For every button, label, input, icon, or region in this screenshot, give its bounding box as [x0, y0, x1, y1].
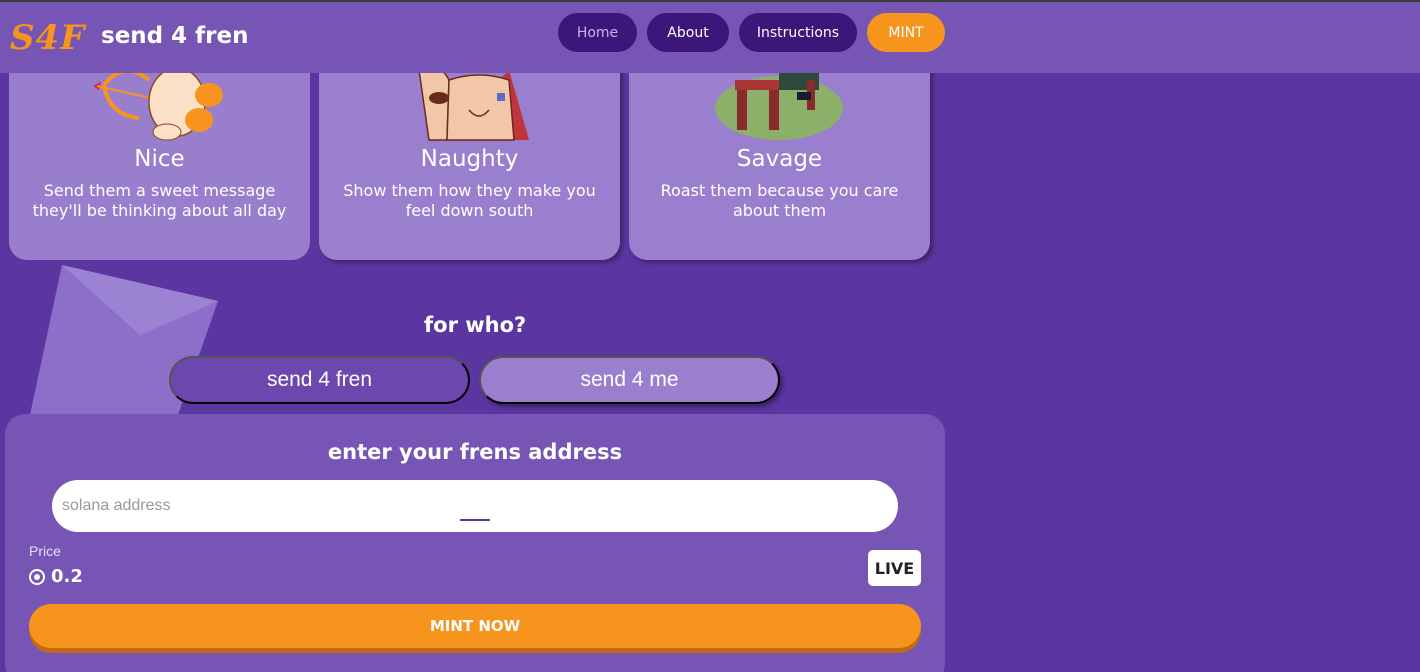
mint-panel: enter your frens address Price 0.2 LIVE … [5, 414, 945, 672]
recipient-heading: for who? [424, 313, 527, 337]
send-4-me-option[interactable]: send 4 me [479, 356, 780, 404]
navbar: S4F send 4 fren Home About Instructions … [0, 2, 1420, 73]
nav-mint-button[interactable]: MINT [867, 13, 945, 52]
live-status-badge: LIVE [868, 550, 921, 586]
card-title: Naughty [420, 146, 519, 172]
card-title: Nice [134, 146, 185, 172]
input-cursor [460, 519, 490, 521]
address-heading: enter your frens address [327, 440, 623, 464]
site-title: send 4 fren [101, 23, 249, 49]
card-title: Savage [736, 146, 823, 172]
nav-home-button[interactable]: Home [558, 13, 637, 52]
mint-now-button[interactable]: MINT NOW [29, 604, 921, 648]
card-description: Show them how they make you feel down so… [343, 181, 596, 220]
card-nice[interactable]: Nice Send them a sweet message they'll b… [9, 40, 310, 260]
site-logo[interactable]: S4F [10, 18, 85, 58]
card-description: Roast them because you care about them [660, 181, 899, 220]
card-naughty[interactable]: Naughty Show them how they make you feel… [319, 40, 620, 260]
solana-icon [29, 568, 45, 585]
price-value: 0.2 [51, 566, 83, 587]
price-display: 0.2 [29, 566, 83, 587]
solana-address-input[interactable] [52, 480, 898, 532]
card-description: Send them a sweet message they'll be thi… [32, 181, 287, 220]
nav-instructions-button[interactable]: Instructions [739, 13, 857, 52]
nav-about-button[interactable]: About [647, 13, 729, 52]
card-savage[interactable]: Savage Roast them because you care about… [629, 40, 930, 260]
price-label: Price [29, 543, 61, 559]
send-4-fren-option[interactable]: send 4 fren [169, 356, 470, 404]
